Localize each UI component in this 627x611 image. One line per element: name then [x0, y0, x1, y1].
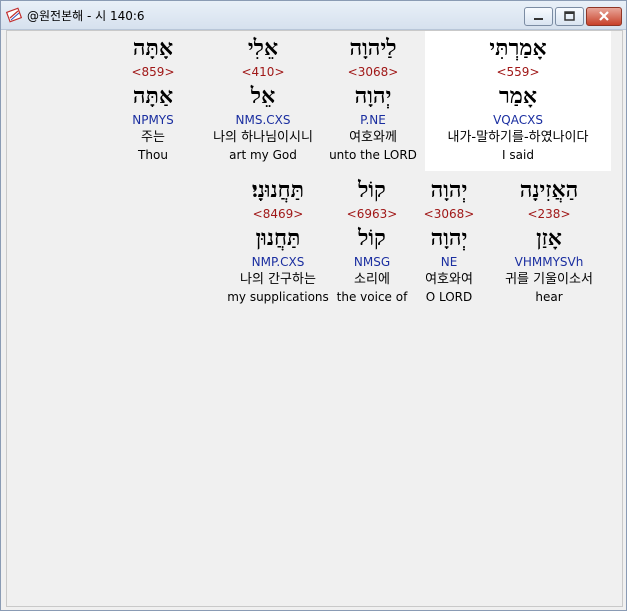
- korean-gloss: 주는: [141, 130, 165, 145]
- english-gloss: O LORD: [425, 290, 473, 304]
- morphology-code[interactable]: NE: [411, 253, 487, 271]
- korean-gloss: 나의 간구하는: [240, 272, 316, 287]
- word-cell[interactable]: לַיהוָה <3068> יְהוָה P.NE 여호와께 unto the…: [323, 31, 423, 163]
- minimize-button[interactable]: [524, 7, 553, 26]
- english-gloss: Thou: [138, 148, 168, 162]
- word-cell[interactable]: הַאֲזִינָה <238> אָזַן VHMMYSVh 귀를 기울이소서…: [491, 173, 607, 305]
- english-gloss: I said: [502, 148, 534, 162]
- hebrew-word: אָתָּה: [132, 35, 174, 61]
- hebrew-word: אֵלִי: [247, 35, 279, 61]
- morphology-code[interactable]: P.NE: [323, 111, 423, 129]
- hebrew-word: לַיהוָה: [349, 35, 397, 61]
- word-cell[interactable]: אָתָּה <859> אַתָּה NPMYS 주는 Thou: [123, 31, 183, 163]
- strong-number[interactable]: <6963>: [333, 205, 411, 223]
- morphology-code[interactable]: NMP.CXS: [223, 253, 333, 271]
- hebrew-word: הַאֲזִינָה: [519, 177, 579, 203]
- korean-gloss: 여호와여: [425, 272, 473, 287]
- strong-number[interactable]: <410>: [203, 63, 323, 81]
- morphology-code[interactable]: NMSG: [333, 253, 411, 271]
- window-title: @원전본해 - 시 140:6: [27, 9, 145, 23]
- lexeme: קוֹל: [358, 225, 386, 251]
- strong-number[interactable]: <859>: [123, 63, 183, 81]
- lexeme: יְהוָה: [430, 225, 468, 251]
- korean-gloss: 내가-말하기를-하였나이다: [447, 130, 589, 145]
- word-cell[interactable]: קוֹל <6963> קוֹל NMSG 소리에 the voice of: [333, 173, 411, 305]
- lexeme: תַּחֲנוּן: [255, 225, 301, 251]
- hebrew-word: יְהוָה: [430, 177, 468, 203]
- lexeme: יְהוָה: [354, 83, 392, 109]
- lexeme: אָמַר: [499, 83, 537, 109]
- morphology-code[interactable]: VQACXS: [425, 111, 611, 129]
- strong-number[interactable]: <3068>: [411, 205, 487, 223]
- word-cell[interactable]: אָמַרְתִּי <559> אָמַר VQACXS 내가-말하기를-하였…: [425, 31, 611, 171]
- app-book-icon[interactable]: [5, 7, 23, 23]
- english-gloss: art my God: [229, 148, 297, 162]
- korean-gloss: 소리에: [354, 272, 390, 287]
- hebrew-word: אָמַרְתִּי: [489, 35, 547, 61]
- maximize-button[interactable]: [555, 7, 584, 26]
- close-button[interactable]: [586, 7, 622, 26]
- hebrew-word: תַּחֲנוּנָי׃: [251, 177, 305, 203]
- english-gloss: hear: [535, 290, 563, 304]
- morphology-code[interactable]: VHMMYSVh: [491, 253, 607, 271]
- maximize-icon: [564, 11, 575, 21]
- strong-number[interactable]: <238>: [491, 205, 607, 223]
- korean-gloss: 나의 하나님이시니: [213, 130, 313, 145]
- strong-number[interactable]: <8469>: [223, 205, 333, 223]
- word-cell[interactable]: אֵלִי <410> אֵל NMS.CXS 나의 하나님이시니 art my…: [203, 31, 323, 163]
- korean-gloss: 여호와께: [349, 130, 397, 145]
- korean-gloss: 귀를 기울이소서: [505, 272, 593, 287]
- lexeme: אַתָּה: [132, 83, 174, 109]
- english-gloss: the voice of: [336, 290, 408, 304]
- morphology-code[interactable]: NMS.CXS: [203, 111, 323, 129]
- word-cell[interactable]: יְהוָה <3068> יְהוָה NE 여호와여 O LORD: [411, 173, 487, 305]
- title-bar[interactable]: @원전본해 - 시 140:6: [1, 1, 626, 30]
- hebrew-word: קוֹל: [358, 177, 386, 203]
- lexeme: אָזַן: [536, 225, 562, 251]
- word-cell[interactable]: תַּחֲנוּנָי׃ <8469> תַּחֲנוּן NMP.CXS 나의…: [223, 173, 333, 305]
- interlinear-panel[interactable]: אָמַרְתִּי <559> אָמַר VQACXS 내가-말하기를-하였…: [6, 30, 623, 607]
- minimize-icon: [534, 18, 543, 20]
- close-icon: [599, 11, 609, 21]
- english-gloss: unto the LORD: [329, 148, 417, 162]
- strong-number[interactable]: <559>: [425, 63, 611, 81]
- english-gloss: my supplications: [227, 290, 329, 304]
- app-window: @원전본해 - 시 140:6 אָמַרְתִּי <559> אָמַר V…: [0, 0, 627, 611]
- lexeme: אֵל: [250, 83, 276, 109]
- strong-number[interactable]: <3068>: [323, 63, 423, 81]
- morphology-code[interactable]: NPMYS: [123, 111, 183, 129]
